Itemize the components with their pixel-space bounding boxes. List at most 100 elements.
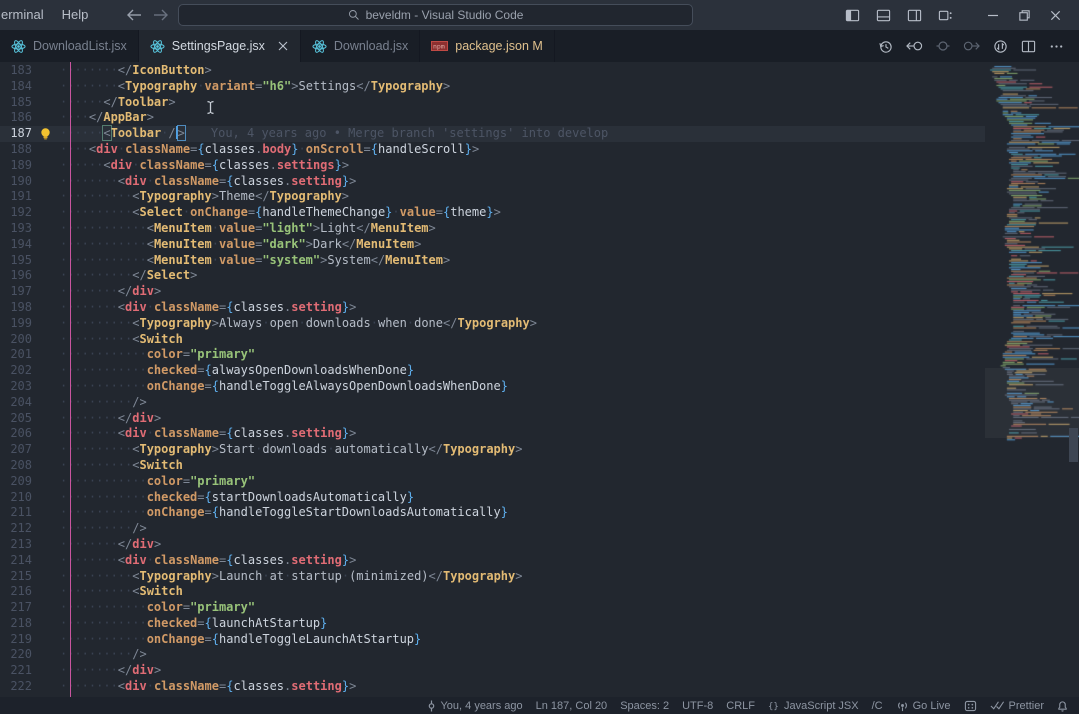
code-line[interactable]: 190········<div·className={classes.setti… xyxy=(0,174,985,190)
code-line[interactable]: 183········</IconButton> xyxy=(0,63,985,79)
minimize-icon[interactable] xyxy=(982,0,1004,30)
line-number[interactable]: 222 xyxy=(0,679,32,695)
code-line[interactable]: 197········</div> xyxy=(0,284,985,300)
code-line[interactable]: 203············onChange={handleToggleAlw… xyxy=(0,379,985,395)
code-line[interactable]: 192··········<Select·onChange={handleThe… xyxy=(0,205,985,221)
status-item-braces-javascript-jsx[interactable]: {}JavaScript JSX xyxy=(768,700,859,712)
line-number[interactable]: 197 xyxy=(0,284,32,300)
line-number[interactable]: 204 xyxy=(0,395,32,411)
code-line[interactable]: 201············color="primary" xyxy=(0,347,985,363)
line-number[interactable]: 206 xyxy=(0,426,32,442)
line-number[interactable]: 218 xyxy=(0,616,32,632)
line-number[interactable]: 205 xyxy=(0,411,32,427)
close-window-icon[interactable] xyxy=(1044,0,1066,30)
code-line[interactable]: 222········<div·className={classes.setti… xyxy=(0,679,985,695)
line-number[interactable]: 191 xyxy=(0,189,32,205)
code-line[interactable]: 202············checked={alwaysOpenDownlo… xyxy=(0,363,985,379)
back-arrow-icon[interactable] xyxy=(126,8,142,22)
line-number[interactable]: 210 xyxy=(0,490,32,506)
status-item--c[interactable]: /C xyxy=(872,700,883,712)
status-item-double-check-prettier[interactable]: Prettier xyxy=(990,700,1044,712)
minimap-slider[interactable] xyxy=(985,368,1079,438)
tab-settingspage-jsx[interactable]: SettingsPage.jsx xyxy=(139,30,301,62)
line-number[interactable]: 193 xyxy=(0,221,32,237)
line-number[interactable]: 219 xyxy=(0,632,32,648)
code-line[interactable]: 200··········<Switch xyxy=(0,332,985,348)
status-item-bell[interactable] xyxy=(1057,700,1068,712)
status-item-git-commit-you-4-years-ago[interactable]: You, 4 years ago xyxy=(427,700,522,712)
forward-arrow-icon[interactable] xyxy=(153,8,169,22)
code-line[interactable]: 204··········/> xyxy=(0,395,985,411)
code-line[interactable]: 221········</div> xyxy=(0,663,985,679)
close-icon[interactable] xyxy=(277,40,289,52)
line-number[interactable]: 185 xyxy=(0,95,32,111)
code-line[interactable]: 217············color="primary" xyxy=(0,600,985,616)
code-line[interactable]: 211············onChange={handleToggleSta… xyxy=(0,505,985,521)
menu-item-terminal[interactable]: erminal xyxy=(0,0,53,30)
change-circle-icon[interactable] xyxy=(936,39,950,53)
code-line[interactable]: 193············<MenuItem·value="light">L… xyxy=(0,221,985,237)
line-number[interactable]: 220 xyxy=(0,647,32,663)
code-line[interactable]: 208··········<Switch xyxy=(0,458,985,474)
line-number[interactable]: 202 xyxy=(0,363,32,379)
code-line[interactable]: 209············color="primary" xyxy=(0,474,985,490)
line-number[interactable]: 209 xyxy=(0,474,32,490)
status-item-ln-187-col-20[interactable]: Ln 187, Col 20 xyxy=(536,700,608,712)
code-line[interactable]: 219············onChange={handleToggleLau… xyxy=(0,632,985,648)
status-item-crlf[interactable]: CRLF xyxy=(726,700,755,712)
line-number[interactable]: 190 xyxy=(0,174,32,190)
layout-panel-icon[interactable] xyxy=(872,0,894,30)
code-line[interactable]: 214········<div·className={classes.setti… xyxy=(0,553,985,569)
code-line[interactable]: 220··········/> xyxy=(0,647,985,663)
code-line[interactable]: 215··········<Typography>Launch·at·start… xyxy=(0,569,985,585)
next-change-icon[interactable] xyxy=(963,39,980,53)
line-number[interactable]: 215 xyxy=(0,569,32,585)
code-line[interactable]: 184········<Typography·variant="h6">Sett… xyxy=(0,79,985,95)
line-number[interactable]: 221 xyxy=(0,663,32,679)
command-center-search[interactable]: beveldm - Visual Studio Code xyxy=(178,4,693,26)
code-line[interactable]: 194············<MenuItem·value="dark">Da… xyxy=(0,237,985,253)
status-item-spaces-2[interactable]: Spaces: 2 xyxy=(620,700,669,712)
status-item-grid[interactable] xyxy=(964,700,977,712)
code-line[interactable]: 207··········<Typography>Start·downloads… xyxy=(0,442,985,458)
code-line[interactable]: 191··········<Typography>Theme</Typograp… xyxy=(0,189,985,205)
line-number[interactable]: 211 xyxy=(0,505,32,521)
line-number[interactable]: 214 xyxy=(0,553,32,569)
code-line[interactable]: 196··········</Select> xyxy=(0,268,985,284)
code-line[interactable]: 199··········<Typography>Always·open·dow… xyxy=(0,316,985,332)
line-number[interactable]: 187 xyxy=(0,126,32,142)
line-number[interactable]: 196 xyxy=(0,268,32,284)
line-number[interactable]: 200 xyxy=(0,332,32,348)
line-number[interactable]: 188 xyxy=(0,142,32,158)
layout-customize-icon[interactable] xyxy=(934,0,956,30)
scrollbar-thumb[interactable] xyxy=(1069,428,1078,462)
line-number[interactable]: 216 xyxy=(0,584,32,600)
line-number[interactable]: 186 xyxy=(0,110,32,126)
line-number[interactable]: 203 xyxy=(0,379,32,395)
code-line[interactable]: 198········<div·className={classes.setti… xyxy=(0,300,985,316)
code-line[interactable]: 216··········<Switch xyxy=(0,584,985,600)
code-line[interactable]: 189······<div·className={classes.setting… xyxy=(0,158,985,174)
previous-change-icon[interactable] xyxy=(906,39,923,53)
restore-icon[interactable] xyxy=(1013,0,1035,30)
sync-changes-icon[interactable] xyxy=(993,39,1008,54)
code-line[interactable]: 187······<Toolbar·/>You, 4 years ago • M… xyxy=(0,126,985,142)
split-editor-icon[interactable] xyxy=(1021,39,1036,54)
line-number[interactable]: 208 xyxy=(0,458,32,474)
tab-package-json[interactable]: npmpackage.json M xyxy=(420,30,555,62)
code-line[interactable]: 185······</Toolbar> xyxy=(0,95,985,111)
line-number[interactable]: 194 xyxy=(0,237,32,253)
menu-item-help[interactable]: Help xyxy=(53,0,98,30)
code-line[interactable]: 186····</AppBar> xyxy=(0,110,985,126)
code-editor[interactable]: 183········</IconButton>184········<Typo… xyxy=(0,62,1079,697)
tab-downloadlist-jsx[interactable]: DownloadList.jsx xyxy=(0,30,139,62)
layout-sidebar-left-icon[interactable] xyxy=(841,0,863,30)
line-number[interactable]: 213 xyxy=(0,537,32,553)
lightbulb-icon[interactable] xyxy=(39,127,52,141)
more-actions-icon[interactable] xyxy=(1049,39,1064,54)
code-line[interactable]: 213········</div> xyxy=(0,537,985,553)
tab-download-jsx[interactable]: Download.jsx xyxy=(301,30,420,62)
minimap[interactable] xyxy=(985,62,1079,697)
timeline-icon[interactable] xyxy=(878,39,893,54)
line-number[interactable]: 198 xyxy=(0,300,32,316)
